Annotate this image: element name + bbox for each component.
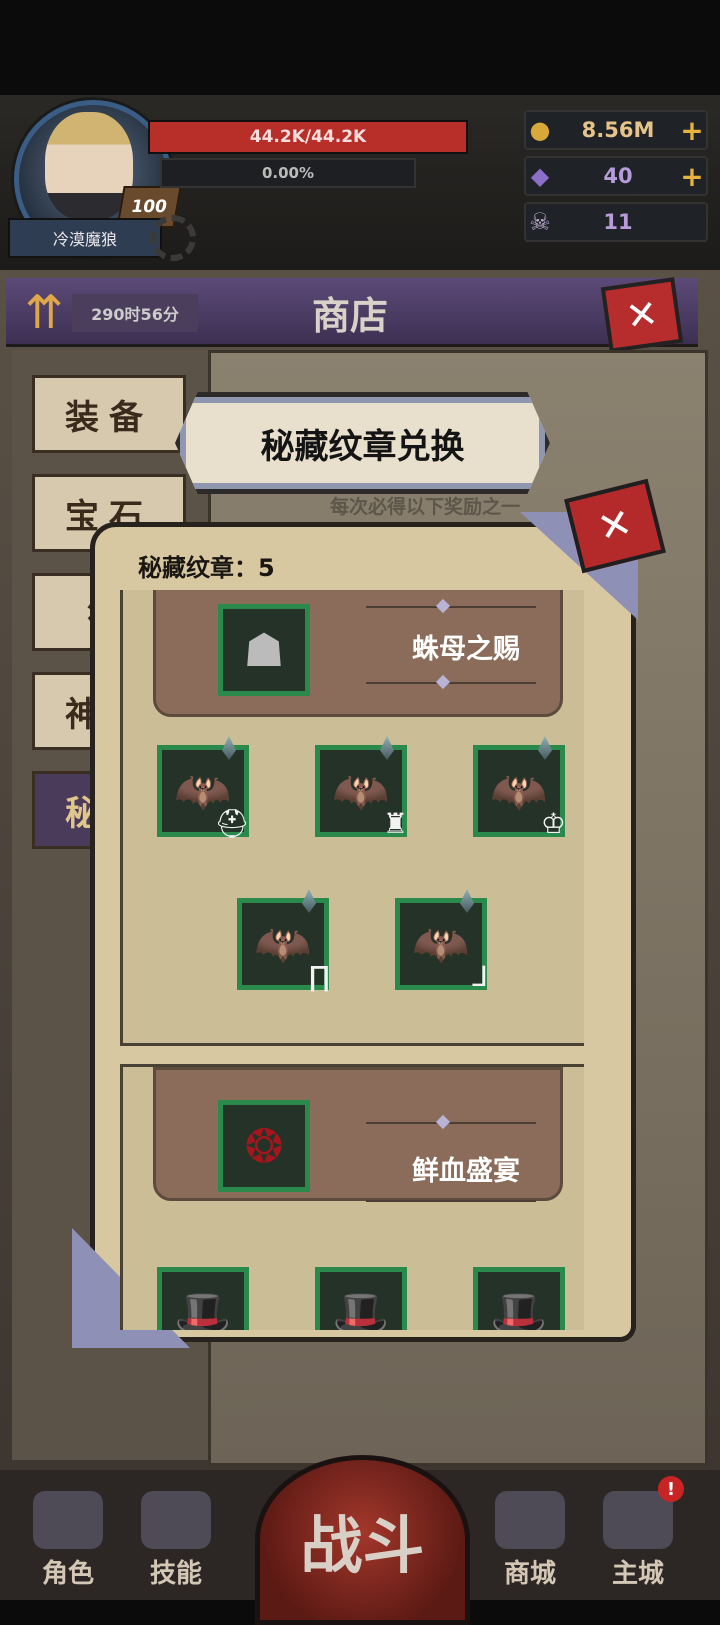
reward-item[interactable]: 🦇 ⅃ bbox=[395, 889, 488, 993]
rank-up-icon[interactable]: ⇈ bbox=[16, 282, 72, 342]
emblem-count: 秘藏纹章：5 bbox=[138, 553, 275, 582]
castle-icon bbox=[603, 1491, 673, 1549]
xp-bar: 0.00% bbox=[160, 158, 416, 188]
purple-crystal-icon: ◆ bbox=[530, 162, 550, 190]
nav-role[interactable]: 角色 bbox=[18, 1480, 118, 1590]
divider bbox=[366, 682, 536, 684]
pack-icon-slot: ❂ bbox=[218, 1100, 310, 1192]
armor-icon: ♜ bbox=[382, 807, 408, 840]
bat-wing-boots-icon: 🦇 bbox=[412, 916, 470, 971]
pack-header: ☗ 蛛母之赐 bbox=[153, 590, 563, 717]
crystal-value: 40 bbox=[603, 164, 633, 188]
reward-item[interactable]: 🦇 ♜ bbox=[315, 736, 408, 840]
shop-close-button[interactable]: ✕ bbox=[600, 277, 684, 353]
hp-bar: 44.2K/44.2K bbox=[148, 120, 468, 154]
reward-item[interactable]: 🦇 ⛑ bbox=[157, 736, 250, 840]
pack-header: ❂ 鲜血盛宴 bbox=[153, 1067, 563, 1202]
refresh-timer: 290时56分 bbox=[72, 294, 198, 332]
exchange-banner: 秘藏纹章兑换 bbox=[175, 392, 550, 494]
alert-badge: ! bbox=[658, 1476, 684, 1502]
reward-item[interactable]: 🦇 ♔ bbox=[473, 736, 566, 840]
reward-item[interactable]: 🦇 ∏ bbox=[237, 889, 330, 993]
divider bbox=[366, 1200, 536, 1202]
pants-icon: ∏ bbox=[308, 960, 330, 993]
diamond-ornament bbox=[435, 598, 451, 614]
player-name: 冷漠魔狼 bbox=[8, 218, 162, 258]
gold-resource: ● 8.56M + bbox=[524, 110, 708, 150]
gold-value: 8.56M bbox=[581, 118, 655, 142]
gold-coin-icon: ● bbox=[529, 116, 551, 144]
reward-item[interactable]: 🎩 bbox=[157, 1267, 249, 1330]
reward-item[interactable]: 🎩 bbox=[315, 1267, 407, 1330]
pack-name: 鲜血盛宴 bbox=[412, 1155, 520, 1187]
nav-city-label: 主城 bbox=[611, 1559, 664, 1589]
swirl-icon bbox=[141, 1491, 211, 1549]
diamond-ornament bbox=[435, 1114, 451, 1130]
rose-hat-icon: 🎩 bbox=[174, 1285, 232, 1331]
skull-value: 11 bbox=[603, 210, 633, 234]
shop-tent-icon bbox=[495, 1491, 565, 1549]
rose-hat-icon: 🎩 bbox=[490, 1285, 548, 1331]
nav-skill[interactable]: 技能 bbox=[126, 1480, 226, 1590]
add-gold-button[interactable]: + bbox=[678, 114, 706, 147]
crystal-resource: ◆ 40 + bbox=[524, 156, 708, 196]
skull-resource: ☠ 11 + bbox=[524, 202, 708, 242]
nav-skill-label: 技能 bbox=[149, 1559, 202, 1589]
tab-equipment[interactable]: 装备 bbox=[32, 375, 186, 453]
nav-mall-label: 商城 bbox=[503, 1559, 556, 1589]
reward-pack-list[interactable]: ☗ 蛛母之赐 🦇 ⛑ 🦇 ♜ 🦇 ♔ 🦇 ∏ 🦇 ⅃ ❂ 鲜血盛宴 🎩 🎩 🎩 bbox=[120, 590, 584, 1330]
nav-mall[interactable]: 商城 bbox=[480, 1480, 580, 1590]
divider bbox=[366, 1122, 536, 1124]
shop-title: 商店 bbox=[311, 293, 388, 338]
rose-hat-icon: 🎩 bbox=[332, 1285, 390, 1331]
nav-role-label: 角色 bbox=[41, 1559, 94, 1589]
ram-skull-icon: ☠ bbox=[529, 208, 551, 236]
reward-item[interactable]: 🎩 bbox=[473, 1267, 565, 1330]
boots-icon: ⅃ bbox=[472, 960, 488, 993]
spider-mask-icon: ☗ bbox=[243, 623, 285, 677]
gear-icon[interactable] bbox=[150, 215, 196, 261]
pack-icon-slot: ☗ bbox=[218, 604, 310, 696]
helmet-icon: ⛑ bbox=[214, 807, 250, 840]
mask-icon: ♔ bbox=[540, 807, 566, 840]
divider bbox=[366, 606, 536, 608]
add-crystal-button[interactable]: + bbox=[678, 160, 706, 193]
thorn-crown-icon: ❂ bbox=[244, 1119, 284, 1173]
reward-pack[interactable]: ☗ 蛛母之赐 🦇 ⛑ 🦇 ♜ 🦇 ♔ 🦇 ∏ 🦇 ⅃ bbox=[120, 590, 584, 1046]
reward-pack[interactable]: ❂ 鲜血盛宴 🎩 🎩 🎩 bbox=[120, 1064, 584, 1330]
pack-name: 蛛母之赐 bbox=[412, 633, 520, 665]
helmet-wing-icon bbox=[33, 1491, 103, 1549]
diamond-ornament bbox=[435, 674, 451, 690]
